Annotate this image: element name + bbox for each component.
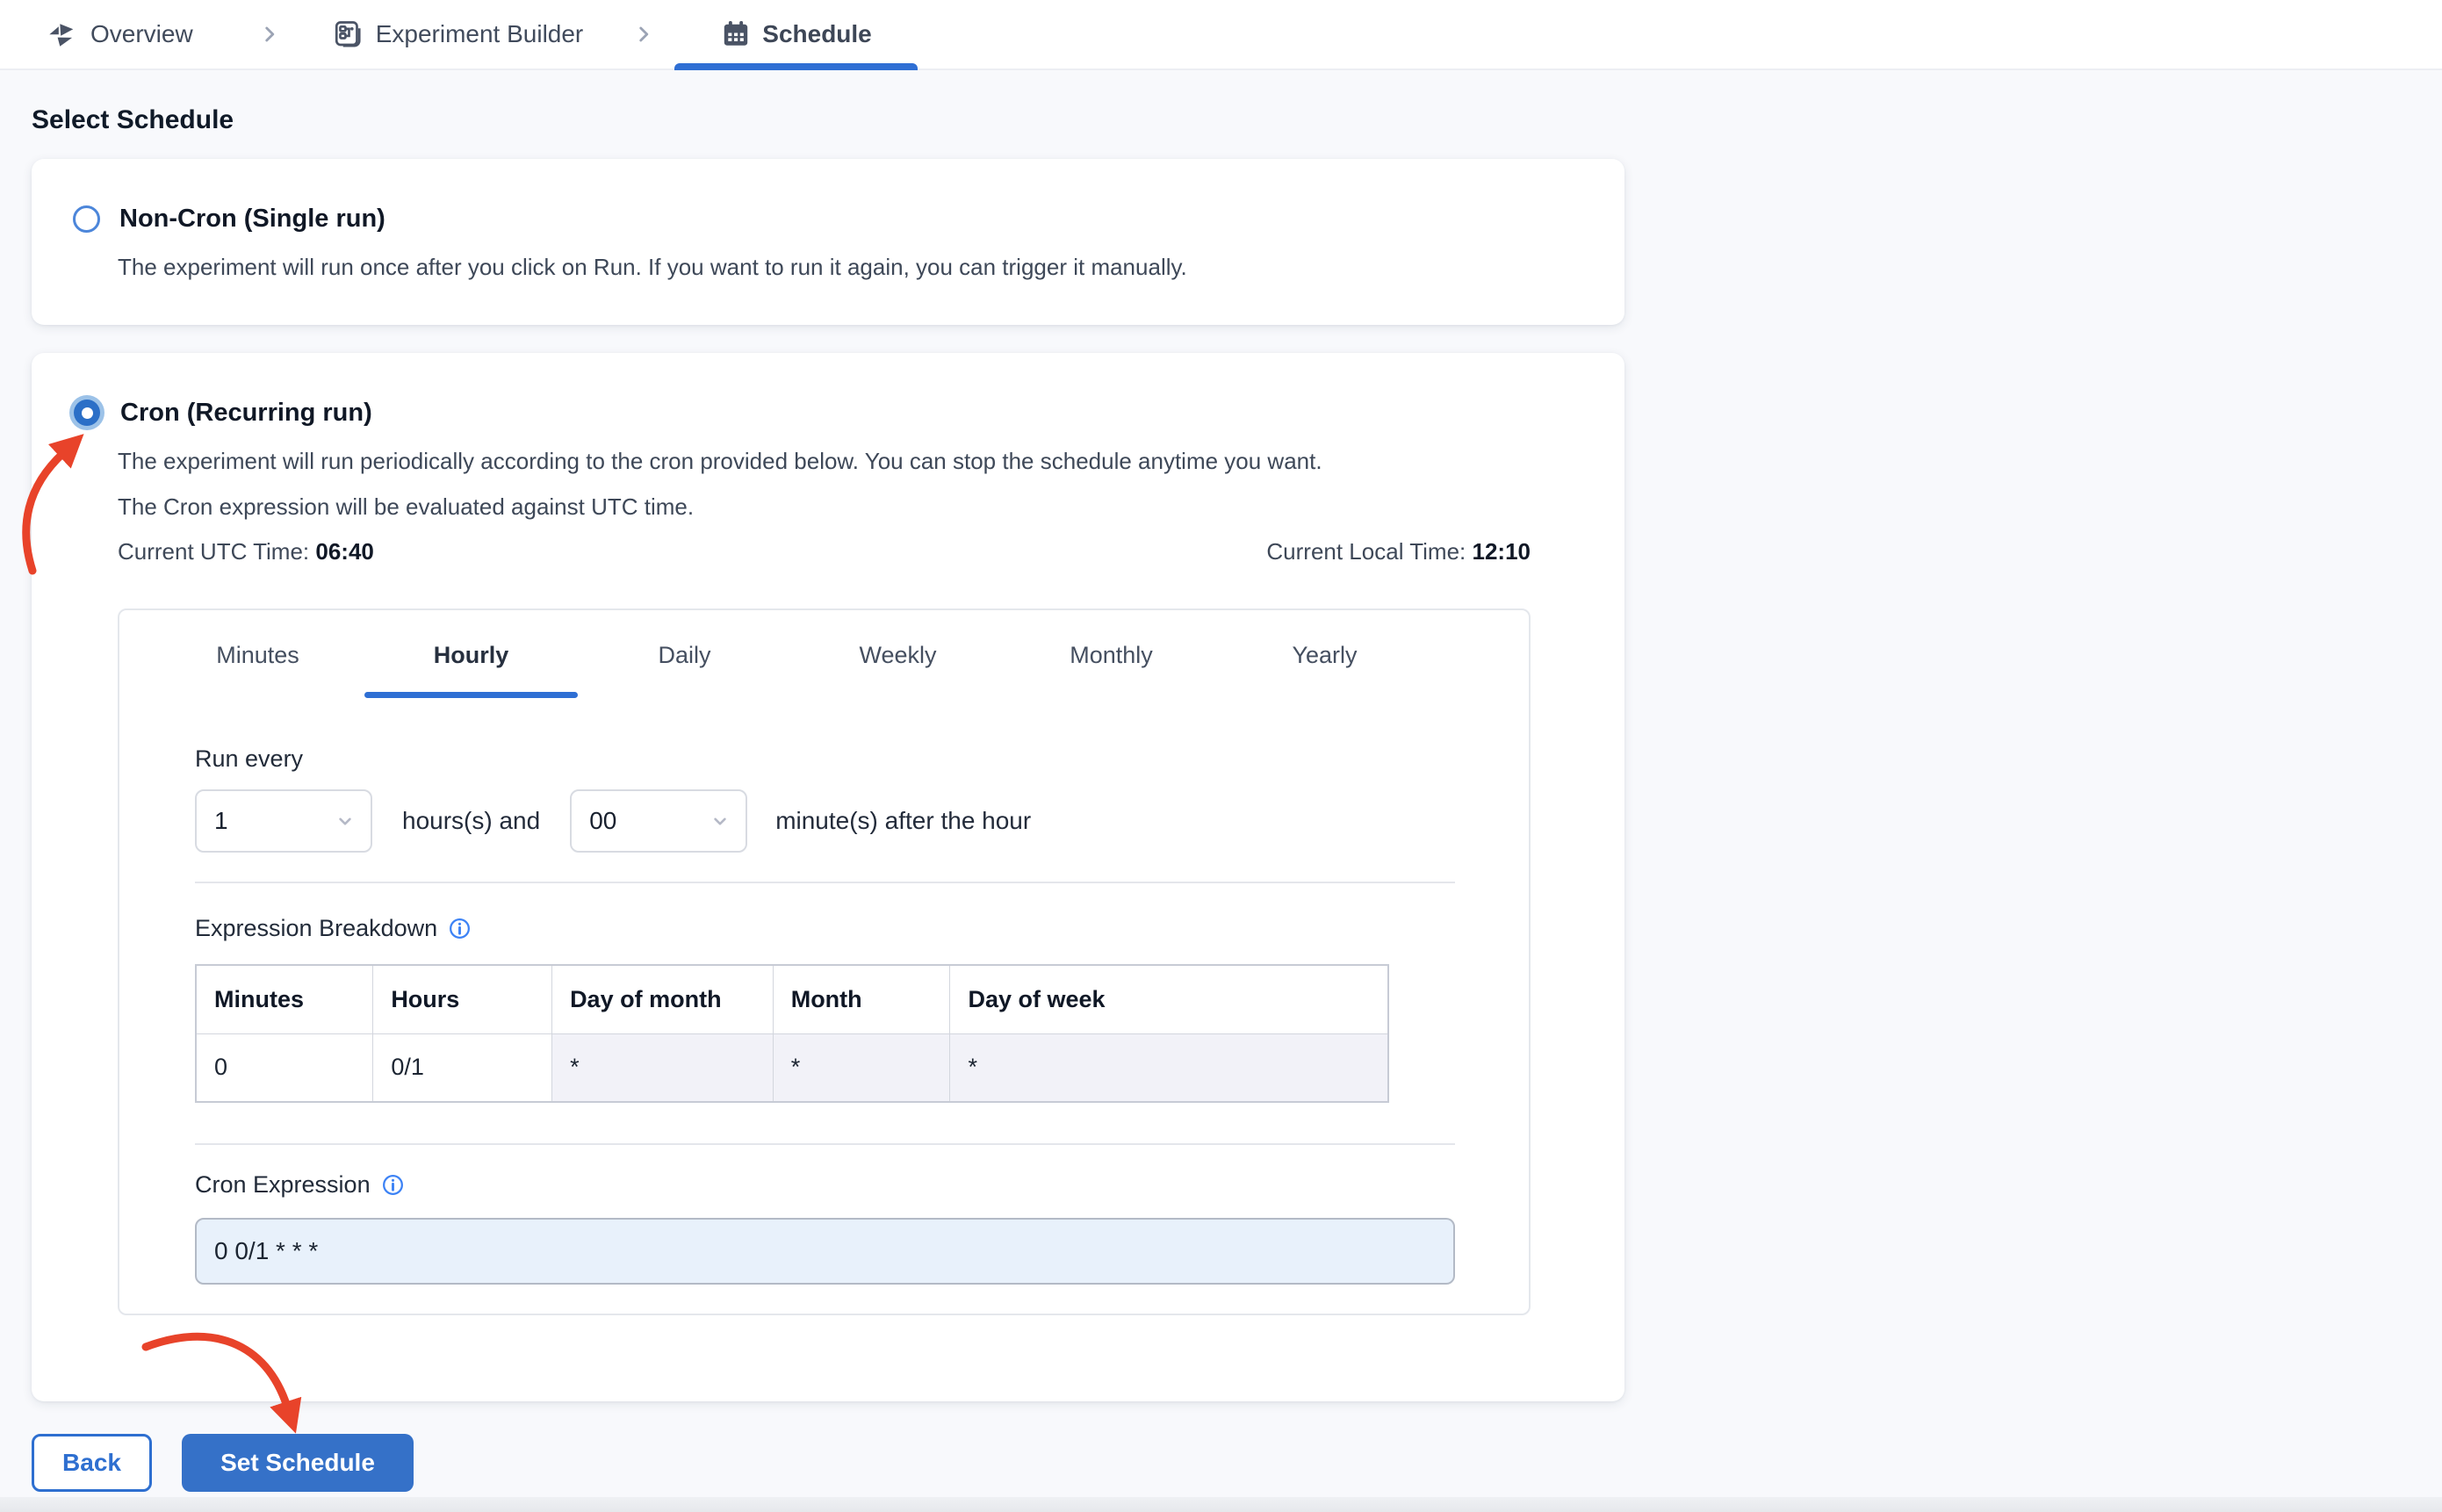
- breadcrumb-label: Schedule: [762, 20, 872, 47]
- expression-breakdown-header: Expression Breakdown: [195, 915, 472, 942]
- tab-yearly[interactable]: Yearly: [1218, 610, 1431, 700]
- non-cron-description: The experiment will run once after you c…: [118, 254, 1187, 280]
- cron-title: Cron (Recurring run): [120, 398, 372, 427]
- cell-day-of-week: *: [949, 1033, 1389, 1103]
- non-cron-title: Non-Cron (Single run): [119, 205, 385, 233]
- chevron-right-icon: [258, 23, 281, 46]
- section-divider: [195, 882, 1455, 883]
- table-header-row: Minutes Hours Day of month Month Day of …: [195, 964, 1389, 1034]
- tab-weekly[interactable]: Weekly: [791, 610, 1005, 700]
- cron-radio-row[interactable]: Cron (Recurring run): [69, 395, 372, 430]
- current-times-row: Current UTC Time: 06:40 Current Local Ti…: [118, 538, 1531, 565]
- col-header-minutes: Minutes: [195, 964, 374, 1034]
- back-button[interactable]: Back: [32, 1434, 152, 1492]
- info-icon[interactable]: [448, 917, 472, 940]
- non-cron-radio-row[interactable]: Non-Cron (Single run): [73, 205, 385, 234]
- col-header-day-of-month: Day of month: [551, 964, 774, 1034]
- breadcrumb-item-experiment-builder[interactable]: Experiment Builder: [332, 18, 584, 50]
- radio-selected-icon[interactable]: [69, 395, 104, 430]
- chevron-down-icon: [709, 810, 731, 832]
- current-local-time: Current Local Time: 12:10: [1266, 538, 1531, 565]
- chevron-down-icon: [334, 810, 357, 832]
- breadcrumb-item-overview[interactable]: Overview: [47, 18, 193, 50]
- page-title: Select Schedule: [32, 105, 234, 134]
- pinwheel-logo-icon: [47, 18, 78, 50]
- bottom-edge-strip: [0, 1497, 2442, 1512]
- col-header-day-of-week: Day of week: [949, 964, 1389, 1034]
- section-divider: [195, 1143, 1455, 1145]
- non-cron-option-card: Non-Cron (Single run) The experiment wil…: [32, 159, 1624, 325]
- hourly-settings-row: 1 hours(s) and 00 minute(s) after the ho…: [195, 789, 1031, 853]
- active-tab-underline: [674, 63, 918, 70]
- col-header-hours: Hours: [372, 964, 553, 1034]
- schedule-page: Overview Experiment Builder Schedule Sel…: [0, 0, 2442, 1512]
- breadcrumb-item-schedule-active[interactable]: Schedule: [674, 0, 918, 70]
- minutes-select-value: 00: [589, 807, 617, 834]
- info-icon[interactable]: [381, 1173, 405, 1197]
- tab-hourly[interactable]: Hourly: [364, 610, 578, 700]
- tab-daily[interactable]: Daily: [578, 610, 791, 700]
- hours-select-value: 1: [214, 807, 228, 834]
- minutes-suffix-text: minute(s) after the hour: [775, 807, 1032, 834]
- cron-option-card: Cron (Recurring run) The experiment will…: [32, 353, 1624, 1401]
- expression-breakdown-table: Minutes Hours Day of month Month Day of …: [195, 964, 1389, 1103]
- hours-select[interactable]: 1: [195, 789, 372, 853]
- col-header-month: Month: [772, 964, 951, 1034]
- breadcrumb: Overview Experiment Builder Schedule: [0, 0, 2442, 70]
- cron-description-1: The experiment will run periodically acc…: [118, 448, 1322, 474]
- cell-minutes: 0: [195, 1033, 374, 1103]
- minutes-select[interactable]: 00: [570, 789, 748, 853]
- tab-monthly[interactable]: Monthly: [1005, 610, 1218, 700]
- chevron-right-icon: [632, 23, 655, 46]
- hours-suffix-text: hours(s) and: [402, 807, 541, 834]
- run-every-label: Run every: [195, 745, 304, 772]
- cell-month: *: [772, 1033, 951, 1103]
- frequency-tabs: Minutes Hourly Daily Weekly Monthly Year…: [151, 610, 1431, 700]
- cron-expression-header: Cron Expression: [195, 1171, 405, 1199]
- cell-day-of-month: *: [551, 1033, 774, 1103]
- cron-scheduler-panel: Minutes Hourly Daily Weekly Monthly Year…: [118, 608, 1531, 1315]
- experiment-builder-icon: [332, 18, 364, 50]
- cron-expression-input[interactable]: [195, 1218, 1455, 1285]
- local-time-value: 12:10: [1472, 538, 1531, 565]
- breadcrumb-label: Experiment Builder: [375, 20, 584, 47]
- radio-unselected-icon[interactable]: [73, 205, 100, 233]
- tab-minutes[interactable]: Minutes: [151, 610, 364, 700]
- calendar-icon: [720, 18, 752, 50]
- cell-hours: 0/1: [372, 1033, 553, 1103]
- active-tab-underline: [364, 692, 578, 698]
- expression-breakdown-label: Expression Breakdown: [195, 915, 438, 941]
- set-schedule-button[interactable]: Set Schedule: [182, 1434, 414, 1492]
- current-utc-time: Current UTC Time: 06:40: [118, 538, 374, 565]
- cron-expression-label: Cron Expression: [195, 1171, 371, 1198]
- cron-description-2: The Cron expression will be evaluated ag…: [118, 493, 695, 520]
- utc-time-value: 06:40: [315, 538, 374, 565]
- breadcrumb-label: Overview: [90, 20, 193, 47]
- table-value-row: 0 0/1 * * *: [195, 1033, 1389, 1103]
